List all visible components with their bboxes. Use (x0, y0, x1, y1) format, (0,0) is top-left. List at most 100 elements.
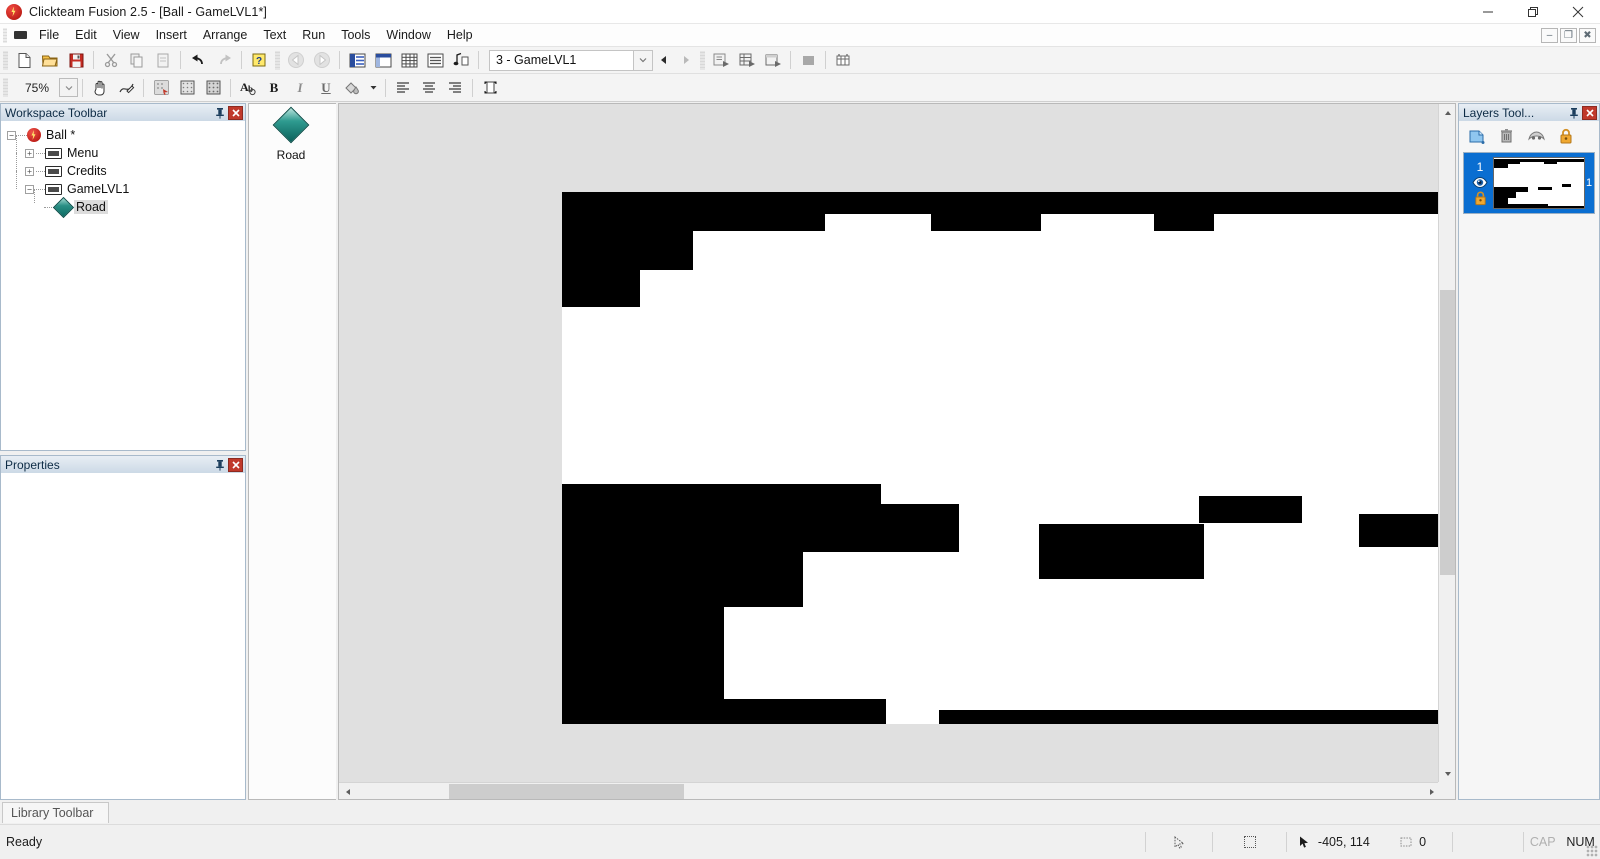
scroll-left-button[interactable] (339, 783, 356, 799)
grid-snap-icon[interactable] (149, 76, 173, 99)
close-button[interactable] (1555, 0, 1600, 24)
tree-node-ball[interactable]: − Ball * (7, 126, 245, 144)
menu-item-run[interactable]: Run (294, 25, 333, 45)
layer-list[interactable]: 1 1 (1463, 152, 1595, 214)
road-block[interactable] (1039, 524, 1204, 579)
pin-icon[interactable] (1567, 106, 1581, 120)
help-question-icon[interactable]: ? (247, 49, 271, 72)
frame-selector-value[interactable]: 3 - GameLVL1 (489, 49, 634, 71)
road-block[interactable] (724, 699, 886, 724)
grid-setup-icon[interactable] (201, 76, 225, 99)
open-folder-icon[interactable] (38, 49, 62, 72)
frame-workspace[interactable] (562, 192, 1439, 724)
underline-icon[interactable]: U (314, 76, 338, 99)
next-frame-icon[interactable] (675, 50, 697, 71)
menu-item-view[interactable]: View (105, 25, 148, 45)
chevron-down-icon[interactable] (59, 78, 78, 97)
build-icon[interactable] (831, 49, 855, 72)
redo-arrow-icon[interactable] (212, 49, 236, 72)
menu-item-tools[interactable]: Tools (333, 25, 378, 45)
font-icon[interactable]: A b (236, 76, 260, 99)
tree-expander[interactable]: + (25, 166, 34, 176)
road-block[interactable] (1199, 496, 1302, 523)
hide-all-layers-icon[interactable] (1527, 127, 1545, 145)
mdi-minimize-button[interactable]: – (1541, 27, 1558, 43)
road-block[interactable] (881, 504, 959, 552)
bold-icon[interactable]: B (262, 76, 286, 99)
layer-row[interactable]: 1 1 (1464, 153, 1594, 213)
align-right-icon[interactable] (443, 76, 467, 99)
align-left-icon[interactable] (391, 76, 415, 99)
toolbar-drag-grip[interactable] (3, 50, 8, 70)
zoom-value[interactable]: 75% (15, 81, 59, 95)
pan-hand-icon[interactable] (88, 76, 112, 99)
minimize-button[interactable] (1465, 0, 1510, 24)
close-icon[interactable] (228, 105, 243, 120)
pin-icon[interactable] (213, 458, 227, 472)
road-block[interactable] (693, 192, 825, 231)
resize-grip[interactable] (1586, 845, 1598, 857)
run-project-icon[interactable] (761, 49, 785, 72)
road-block[interactable] (562, 484, 803, 504)
menu-item-arrange[interactable]: Arrange (195, 25, 255, 45)
road-block[interactable] (1214, 192, 1439, 214)
road-block[interactable] (931, 192, 1041, 231)
workspace-tree-container[interactable]: − Ball * + Menu + Credits − GameLVL1 Roa… (0, 121, 246, 451)
fit-selection-icon[interactable] (478, 76, 502, 99)
tree-expander[interactable]: − (7, 130, 16, 140)
maximize-button[interactable] (1510, 0, 1555, 24)
run-frame-icon[interactable] (735, 49, 759, 72)
delete-layer-icon[interactable] (1497, 127, 1515, 145)
properties-content[interactable] (0, 473, 246, 800)
marquee-select-icon[interactable] (1213, 825, 1286, 859)
tree-expander[interactable]: − (25, 184, 34, 194)
road-block[interactable] (825, 192, 931, 214)
toolbar-drag-grip[interactable] (275, 50, 280, 70)
lock-closed-icon[interactable] (1474, 191, 1487, 206)
undo-arrow-icon[interactable] (186, 49, 210, 72)
road-block[interactable] (640, 192, 693, 270)
frame-selector[interactable]: 3 - GameLVL1 (489, 49, 653, 71)
arrow-select-icon[interactable] (1146, 825, 1212, 859)
menu-item-edit[interactable]: Edit (67, 25, 105, 45)
frame-canvas[interactable] (339, 104, 1439, 782)
tree-expander[interactable]: + (25, 148, 34, 158)
back-arrow-icon[interactable] (284, 49, 308, 72)
italic-icon[interactable]: I (288, 76, 312, 99)
event-list-editor-icon[interactable] (423, 49, 447, 72)
toolbar-drag-grip[interactable] (700, 50, 705, 70)
lock-layer-icon[interactable] (1557, 127, 1575, 145)
menu-item-text[interactable]: Text (255, 25, 294, 45)
copy-icon[interactable] (125, 49, 149, 72)
vertical-scroll-thumb[interactable] (1440, 290, 1455, 575)
object-bar-item-road[interactable]: Road (249, 104, 333, 162)
menu-drag-grip[interactable] (3, 27, 7, 43)
previous-frame-icon[interactable] (653, 50, 675, 71)
tree-node-credits[interactable]: + Credits (7, 153, 245, 180)
horizontal-scroll-thumb[interactable] (449, 784, 684, 799)
menu-item-window[interactable]: Window (378, 25, 438, 45)
road-block[interactable] (1041, 192, 1154, 214)
tree-node-menu[interactable]: + Menu (7, 135, 245, 162)
menu-item-file[interactable]: File (31, 25, 67, 45)
scroll-up-button[interactable] (1439, 104, 1455, 121)
road-block[interactable] (562, 494, 803, 607)
toolbar-drag-grip[interactable] (3, 78, 8, 97)
step-through-events-icon[interactable] (449, 49, 473, 72)
scroll-down-button[interactable] (1439, 765, 1455, 782)
new-layer-icon[interactable] (1467, 127, 1485, 145)
mdi-close-button[interactable]: ✖ (1579, 27, 1596, 43)
pin-icon[interactable] (213, 106, 227, 120)
canvas-horizontal-scrollbar[interactable] (339, 782, 1440, 799)
zoom-selector[interactable]: 75% (15, 78, 78, 97)
road-block[interactable] (1154, 192, 1214, 231)
new-file-icon[interactable] (12, 49, 36, 72)
road-block[interactable] (1359, 514, 1439, 547)
close-icon[interactable] (228, 457, 243, 472)
road-block[interactable] (803, 484, 881, 552)
system-menu-icon[interactable] (10, 26, 31, 45)
edit-path-icon[interactable] (114, 76, 138, 99)
fill-color-dropdown-icon[interactable] (366, 76, 380, 99)
stop-icon[interactable] (796, 49, 820, 72)
road-block[interactable] (562, 192, 640, 307)
